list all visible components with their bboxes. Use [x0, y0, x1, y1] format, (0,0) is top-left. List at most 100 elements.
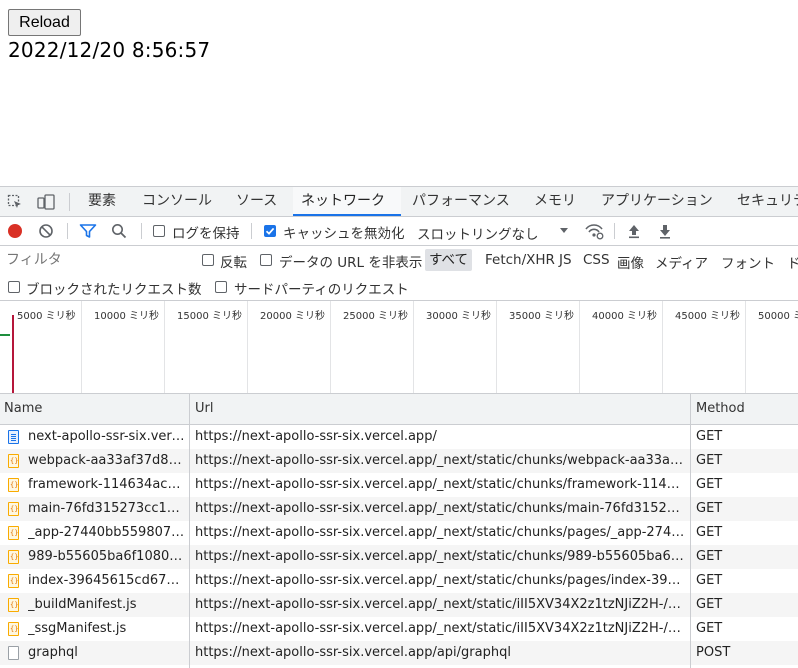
timeline-tick-label: 20000 ミリ秒 — [260, 311, 325, 322]
throttling-select[interactable]: スロットリングなし — [417, 223, 539, 243]
blocked-requests-label[interactable]: ブロックされたリクエスト数 — [26, 278, 202, 298]
filter-icon[interactable] — [79, 223, 97, 239]
script-icon — [8, 598, 19, 612]
request-name: framework-114634acb8... — [28, 477, 186, 492]
timeline-gridline — [81, 301, 82, 393]
table-row[interactable]: main-76fd315273cc1a2a... https://next-ap… — [0, 497, 798, 521]
request-name: _ssgManifest.js — [28, 621, 127, 636]
column-header-url[interactable]: Url — [191, 394, 691, 424]
table-row[interactable]: graphql https://next-apollo-ssr-six.verc… — [0, 641, 798, 665]
request-name: _app-27440bb559807aa... — [28, 525, 186, 540]
timeline-tick-label: 30000 ミリ秒 — [426, 311, 491, 322]
device-toolbar-icon[interactable] — [37, 193, 55, 211]
hide-data-urls-label[interactable]: データの URL を非表示 — [279, 251, 422, 271]
table-row[interactable]: webpack-aa33af37d858f... https://next-ap… — [0, 449, 798, 473]
column-divider[interactable] — [189, 394, 190, 668]
tab-security[interactable]: セキュリテ — [729, 187, 798, 216]
chevron-down-icon[interactable] — [558, 225, 570, 237]
filter-bar: 反転 データの URL を非表示 すべて Fetch/XHR JS CSS 画像… — [0, 246, 798, 274]
table-row[interactable]: _ssgManifest.js https://next-apollo-ssr-… — [0, 617, 798, 641]
invert-label[interactable]: 反転 — [220, 251, 247, 271]
script-icon — [8, 550, 19, 564]
script-icon — [8, 454, 19, 468]
request-name: main-76fd315273cc1a2a... — [28, 501, 186, 516]
request-name: index-39645615cd67bec... — [28, 573, 186, 588]
type-filter-media[interactable]: メディア — [655, 252, 708, 272]
type-filter-font[interactable]: フォント — [721, 252, 775, 272]
tab-performance[interactable]: パフォーマンス — [404, 187, 518, 216]
load-event-marker — [12, 315, 14, 393]
type-filter-js[interactable]: JS — [559, 252, 572, 268]
type-filter-css[interactable]: CSS — [583, 252, 610, 268]
table-row[interactable]: _app-27440bb559807aa... https://next-apo… — [0, 521, 798, 545]
blocked-requests-checkbox[interactable] — [8, 281, 20, 293]
timeline-gridline — [330, 301, 331, 393]
column-divider[interactable] — [690, 394, 691, 668]
request-name: webpack-aa33af37d858f... — [28, 453, 186, 468]
third-party-label[interactable]: サードパーティのリクエスト — [234, 278, 409, 298]
request-url: https://next-apollo-ssr-six.vercel.app/_… — [195, 549, 687, 564]
timeline-tick-label: 5000 ミリ秒 — [17, 311, 76, 322]
request-method: GET — [696, 429, 723, 444]
timeline-tick-label: 10000 ミリ秒 — [94, 311, 159, 322]
timeline-tick-label: 45000 ミリ秒 — [675, 311, 740, 322]
script-icon — [8, 622, 19, 636]
reload-button[interactable]: Reload — [8, 9, 81, 36]
request-method: GET — [696, 501, 723, 516]
hide-data-urls-checkbox[interactable] — [260, 254, 272, 266]
request-method: GET — [696, 573, 723, 588]
timeline-gridline — [247, 301, 248, 393]
download-icon[interactable] — [657, 223, 673, 239]
type-filter-fetch-xhr[interactable]: Fetch/XHR — [485, 252, 555, 268]
request-activity-bar — [0, 334, 10, 336]
table-row[interactable]: framework-114634acb8... https://next-apo… — [0, 473, 798, 497]
table-header: Name Url Method — [0, 394, 798, 425]
toolbar-separator — [67, 223, 68, 239]
tab-application[interactable]: アプリケーション — [593, 187, 721, 216]
network-overview-timeline[interactable]: 5000 ミリ秒 10000 ミリ秒 15000 ミリ秒 20000 ミリ秒 2… — [0, 301, 798, 394]
toolbar-separator — [614, 223, 615, 239]
request-url: https://next-apollo-ssr-six.vercel.app/_… — [195, 477, 687, 492]
tab-network[interactable]: ネットワーク — [293, 187, 401, 216]
invert-checkbox[interactable] — [202, 254, 214, 266]
clear-icon[interactable] — [38, 223, 54, 239]
filter-input[interactable] — [4, 249, 188, 271]
timeline-gridline — [579, 301, 580, 393]
script-icon — [8, 478, 19, 492]
third-party-checkbox[interactable] — [215, 281, 227, 293]
preserve-log-checkbox[interactable] — [153, 225, 165, 237]
network-conditions-icon[interactable] — [584, 222, 604, 240]
search-icon[interactable] — [111, 223, 127, 239]
tab-console[interactable]: コンソール — [134, 187, 220, 216]
timeline-tick-label: 35000 ミリ秒 — [509, 311, 574, 322]
request-name: next-apollo-ssr-six.verce... — [28, 429, 186, 444]
record-icon[interactable] — [7, 223, 23, 239]
type-filter-doc[interactable]: ド — [787, 252, 798, 272]
disable-cache-label[interactable]: キャッシュを無効化 — [283, 222, 405, 242]
type-filter-img[interactable]: 画像 — [617, 252, 644, 272]
table-row[interactable]: index-39645615cd67bec... https://next-ap… — [0, 569, 798, 593]
timeline-tick-label: 15000 ミリ秒 — [177, 311, 242, 322]
table-row[interactable]: next-apollo-ssr-six.verce... https://nex… — [0, 425, 798, 449]
disable-cache-checkbox[interactable] — [264, 225, 276, 237]
script-icon — [8, 574, 19, 588]
column-header-method[interactable]: Method — [692, 394, 796, 424]
table-row[interactable]: 989-b55605ba6f10804c.js https://next-apo… — [0, 545, 798, 569]
tab-elements[interactable]: 要素 — [80, 187, 124, 216]
tab-memory[interactable]: メモリ — [526, 187, 584, 216]
request-name: _buildManifest.js — [28, 597, 137, 612]
request-url: https://next-apollo-ssr-six.vercel.app/_… — [195, 525, 687, 540]
type-filter-all[interactable]: すべて — [425, 249, 473, 271]
tab-sources[interactable]: ソース — [228, 187, 285, 216]
preserve-log-label[interactable]: ログを保持 — [172, 222, 240, 242]
request-method: POST — [696, 645, 731, 660]
tab-separator — [69, 193, 70, 211]
network-request-table: Name Url Method next-apollo-ssr-six.verc… — [0, 394, 798, 668]
table-row[interactable]: _buildManifest.js https://next-apollo-ss… — [0, 593, 798, 617]
toolbar-separator — [251, 223, 252, 239]
inspect-element-icon[interactable] — [6, 193, 24, 211]
column-header-name[interactable]: Name — [0, 394, 190, 424]
script-icon — [8, 502, 19, 516]
upload-icon[interactable] — [626, 223, 642, 239]
request-name: 989-b55605ba6f10804c.js — [28, 549, 186, 564]
